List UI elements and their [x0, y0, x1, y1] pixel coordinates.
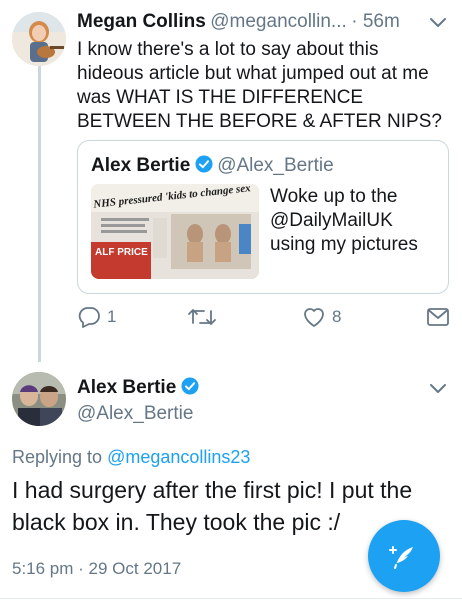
replying-to-prefix: Replying to	[12, 447, 103, 467]
verified-badge-icon	[181, 377, 199, 395]
quote-header: Alex Bertie @Alex_Bertie	[91, 155, 334, 177]
tweet2-author-name: Alex Bertie	[77, 377, 177, 398]
quoted-tweet-card[interactable]: Alex Bertie @Alex_Bertie NHS pressured '…	[77, 140, 449, 294]
dm-icon	[427, 308, 449, 326]
tweet1-author-name[interactable]: Megan Collins	[77, 11, 206, 32]
tweet2-timestamp[interactable]: 5:16 pm · 29 Oct 2017	[12, 559, 181, 579]
megan-avatar[interactable]	[12, 12, 66, 66]
reply-count: 1	[107, 307, 117, 326]
thread-connector-line	[38, 66, 41, 362]
replying-to-line: Replying to @megancollins23	[12, 447, 250, 468]
like-icon	[304, 308, 324, 327]
verified-badge-icon	[195, 155, 213, 173]
compose-tweet-button[interactable]	[368, 520, 440, 592]
like-count: 8	[332, 307, 342, 326]
quote-media-thumbnail[interactable]: NHS pressured 'kids to change sex ALF PR…	[91, 184, 259, 279]
tweet2-menu-button[interactable]	[428, 378, 448, 398]
alex-avatar[interactable]	[12, 372, 66, 426]
tweet1-time[interactable]: · 56m	[351, 11, 400, 32]
retweet-icon	[188, 309, 216, 325]
quote-author-name: Alex Bertie	[91, 155, 191, 176]
tweet1-author-handle[interactable]: @megancollin...	[210, 11, 347, 32]
chevron-down-icon	[430, 384, 446, 393]
compose-tweet-icon	[389, 546, 413, 569]
thumbnail-banner: ALF PRICE	[95, 247, 148, 258]
quote-text: Woke up to the @DailyMailUK using my pic…	[270, 186, 418, 255]
bottom-divider	[0, 598, 462, 599]
reply-button[interactable]: 1	[77, 306, 116, 328]
quote-author-handle: @Alex_Bertie	[217, 155, 334, 176]
tweet1-menu-button[interactable]	[428, 12, 448, 32]
tweet2-author-handle: @Alex_Bertie	[77, 403, 194, 424]
tweet2-author[interactable]: Alex Bertie @Alex_Bertie	[77, 377, 199, 425]
direct-message-button[interactable]	[426, 307, 450, 327]
retweet-button[interactable]	[187, 306, 217, 328]
tweet1-text: I know there's a lot to say about this h…	[77, 39, 442, 132]
replying-to-handle[interactable]: @megancollins23	[107, 447, 250, 467]
tweet1-header: Megan Collins @megancollin... · 56m	[77, 11, 400, 33]
like-button[interactable]: 8	[302, 306, 341, 328]
reply-icon	[78, 307, 100, 328]
chevron-down-icon	[430, 18, 446, 27]
